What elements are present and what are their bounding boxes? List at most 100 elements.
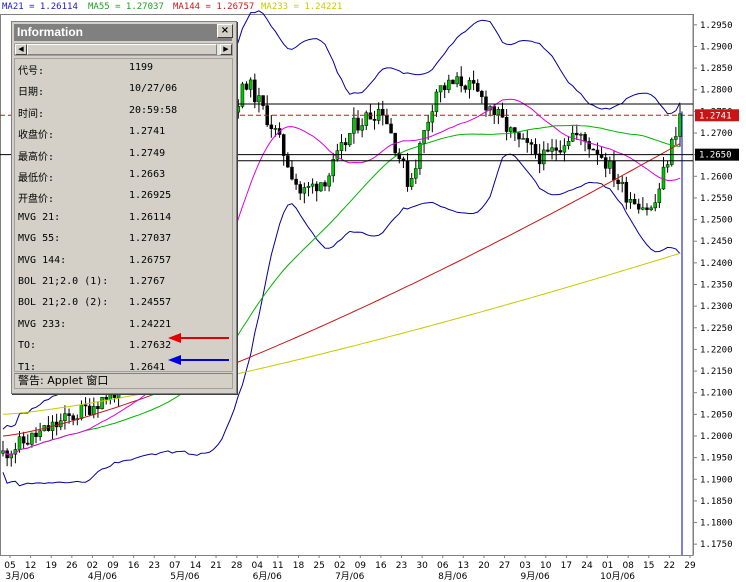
- candle-up: [641, 207, 645, 210]
- x-tick-label: 03: [519, 561, 530, 571]
- info-row-key: BOL 21;2.0 (2):: [18, 297, 109, 309]
- y-tick-label: 1.2850: [700, 64, 733, 74]
- information-rows: 代号: 1199 日期: 10/27/06 时间: 20:59:58 收盘价: 1.2741 最…: [14, 58, 234, 373]
- info-row-key: T1:: [18, 361, 37, 373]
- candle-up: [273, 128, 278, 130]
- current-price-label: 1.2741: [699, 111, 732, 121]
- y-tick-label: 1.1850: [700, 497, 733, 507]
- candle-up: [240, 83, 245, 107]
- candle-up: [653, 202, 657, 209]
- info-row: 时间: 20:59:58: [15, 105, 234, 121]
- candle-down: [624, 181, 629, 203]
- info-row-key: TO:: [18, 340, 37, 352]
- candle-up: [352, 117, 356, 134]
- candle-down: [381, 109, 385, 116]
- info-row: 开盘价: 1.26925: [15, 190, 234, 206]
- close-icon[interactable]: ×: [217, 24, 233, 38]
- candle-down: [583, 134, 587, 142]
- y-tick-label: 1.2200: [700, 345, 733, 355]
- candle-up: [562, 145, 567, 153]
- candle-up: [649, 207, 653, 210]
- candle-down: [83, 404, 88, 407]
- candle-down: [632, 199, 637, 205]
- x-month-label: 8月/06: [438, 571, 467, 582]
- x-tick-label: 07: [169, 561, 180, 571]
- candle-down: [290, 166, 294, 180]
- candle-up: [467, 80, 472, 90]
- chart-window: 1.29501.29001.28501.28001.27501.27001.26…: [0, 0, 746, 582]
- info-row-value: 1.2767: [129, 276, 166, 287]
- info-row: 日期: 10/27/06: [15, 83, 234, 99]
- y-tick-label: 1.2450: [700, 237, 733, 247]
- candle-down: [612, 160, 616, 181]
- y-tick-label: 1.1950: [700, 454, 733, 464]
- candle-down: [529, 142, 534, 145]
- candle-up: [620, 181, 624, 184]
- candle-down: [591, 148, 596, 151]
- candle-down: [463, 85, 468, 90]
- candle-up: [360, 125, 364, 131]
- x-tick-label: 24: [581, 561, 593, 571]
- candle-down: [484, 96, 488, 111]
- candle-down: [244, 83, 249, 90]
- info-row-value: 1.2641: [129, 361, 166, 373]
- info-row: MVG 55: 1.27037: [15, 233, 234, 249]
- information-panel[interactable]: Information × ◀ ▶ 代号: 1199 日期: 10/27/06 时间: 2…: [11, 21, 237, 394]
- info-row: 最低价: 1.2663: [15, 169, 234, 185]
- candle-up: [348, 133, 352, 146]
- x-tick-label: 05: [4, 561, 15, 571]
- information-title[interactable]: Information: [14, 24, 232, 41]
- horizontal-scrollbar[interactable]: ◀ ▶: [14, 43, 233, 56]
- candle-down: [451, 79, 455, 85]
- candle-down: [314, 183, 319, 192]
- candle-down: [504, 117, 509, 132]
- candle-up: [434, 91, 439, 112]
- y-tick-label: 1.2100: [700, 389, 733, 399]
- x-tick-label: 12: [25, 561, 36, 571]
- candle-up: [331, 159, 335, 177]
- y-tick-label: 1.2150: [700, 367, 733, 377]
- x-month-label: 7月/06: [335, 571, 364, 582]
- candle-down: [616, 179, 620, 184]
- info-row: MVG 144: 1.26757: [15, 255, 234, 271]
- candle-down: [480, 91, 484, 98]
- candle-up: [248, 79, 253, 90]
- candle-up: [302, 187, 307, 194]
- y-tick-label: 1.2950: [700, 21, 733, 31]
- info-row: BOL 21;2.0 (1): 1.2767: [15, 276, 234, 292]
- candle-up: [92, 406, 96, 415]
- candle-up: [418, 143, 422, 169]
- x-tick-label: 20: [478, 561, 490, 571]
- info-row: TO: 1.27632: [15, 340, 234, 356]
- candle-down: [286, 155, 290, 168]
- candle-down: [442, 85, 447, 91]
- info-row-value: 1.27632: [129, 340, 172, 352]
- candle-up: [426, 121, 430, 131]
- x-tick-label: 21: [210, 561, 221, 571]
- x-month-label: 10月/06: [600, 571, 635, 582]
- candle-down: [87, 405, 92, 415]
- x-month-label: 5月/06: [170, 571, 199, 582]
- candle-down: [475, 83, 480, 92]
- x-tick-label: 13: [458, 561, 469, 571]
- candle-up: [414, 168, 418, 179]
- candle-down: [603, 157, 608, 169]
- y-tick-label: 1.2350: [700, 281, 733, 291]
- scroll-left-button[interactable]: ◀: [15, 44, 27, 55]
- y-tick-label: 1.1750: [700, 540, 733, 550]
- y-tick-label: 1.2000: [700, 432, 733, 442]
- info-row-value: 1.24557: [129, 297, 172, 309]
- info-row-key: MVG 21:: [18, 211, 61, 223]
- info-row-key: MVG 55:: [18, 233, 61, 245]
- x-tick-label: 09: [355, 561, 367, 571]
- x-tick-label: 29: [684, 561, 696, 571]
- y-tick-label: 1.2700: [700, 129, 733, 139]
- scroll-thumb[interactable]: [27, 44, 217, 55]
- scroll-right-button[interactable]: ▶: [220, 44, 232, 55]
- info-row-key: 日期:: [18, 87, 45, 99]
- info-row-value: 1.24221: [129, 318, 172, 330]
- candle-down: [636, 203, 641, 210]
- x-tick-label: 02: [334, 561, 345, 571]
- legend-ma55: MA55 = 1.27037: [88, 2, 164, 12]
- candle-up: [409, 177, 414, 187]
